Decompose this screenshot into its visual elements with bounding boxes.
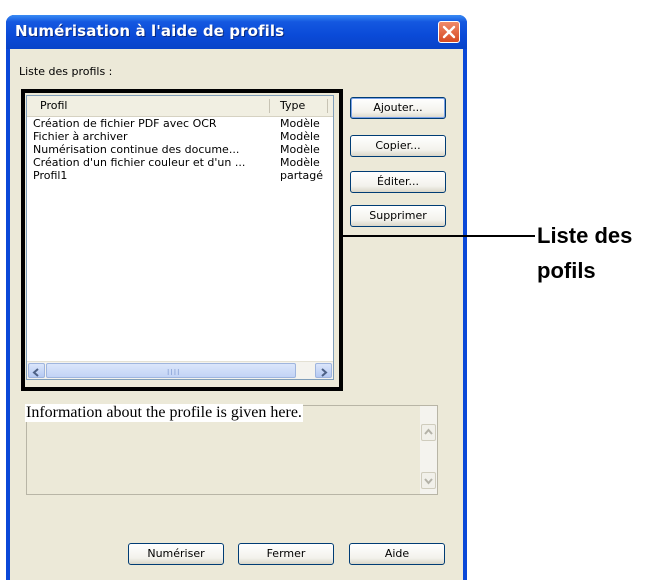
profile-info-box: Information about the profile is given h… xyxy=(25,404,438,495)
callout-label-line1: Liste des xyxy=(537,223,633,248)
close-icon xyxy=(442,25,456,39)
edit-button[interactable]: Éditer... xyxy=(350,171,446,193)
close-button[interactable] xyxy=(438,21,460,43)
add-button[interactable]: Ajouter... xyxy=(350,97,446,119)
arrow-up-icon xyxy=(424,428,433,435)
callout-label-line2: pofils xyxy=(537,258,596,283)
callout-line xyxy=(343,235,535,237)
scroll-down-button[interactable] xyxy=(421,472,436,489)
arrow-down-icon xyxy=(424,478,433,485)
profiles-list-label: Liste des profils : xyxy=(19,65,113,78)
delete-button[interactable]: Supprimer xyxy=(350,205,446,227)
title-bar[interactable]: Numérisation à l'aide de profils xyxy=(6,15,467,49)
close-dialog-button[interactable]: Fermer xyxy=(238,543,334,565)
profile-info-text: Information about the profile is given h… xyxy=(25,404,303,422)
scan-button[interactable]: Numériser xyxy=(128,543,224,565)
window-title: Numérisation à l'aide de profils xyxy=(15,22,285,40)
callout-label: Liste des pofils xyxy=(537,218,632,288)
help-button[interactable]: Aide xyxy=(349,543,445,565)
vertical-scrollbar[interactable] xyxy=(420,406,437,494)
scroll-up-button[interactable] xyxy=(421,424,436,441)
copy-button[interactable]: Copier... xyxy=(350,135,446,157)
callout-highlight-box xyxy=(21,89,343,391)
